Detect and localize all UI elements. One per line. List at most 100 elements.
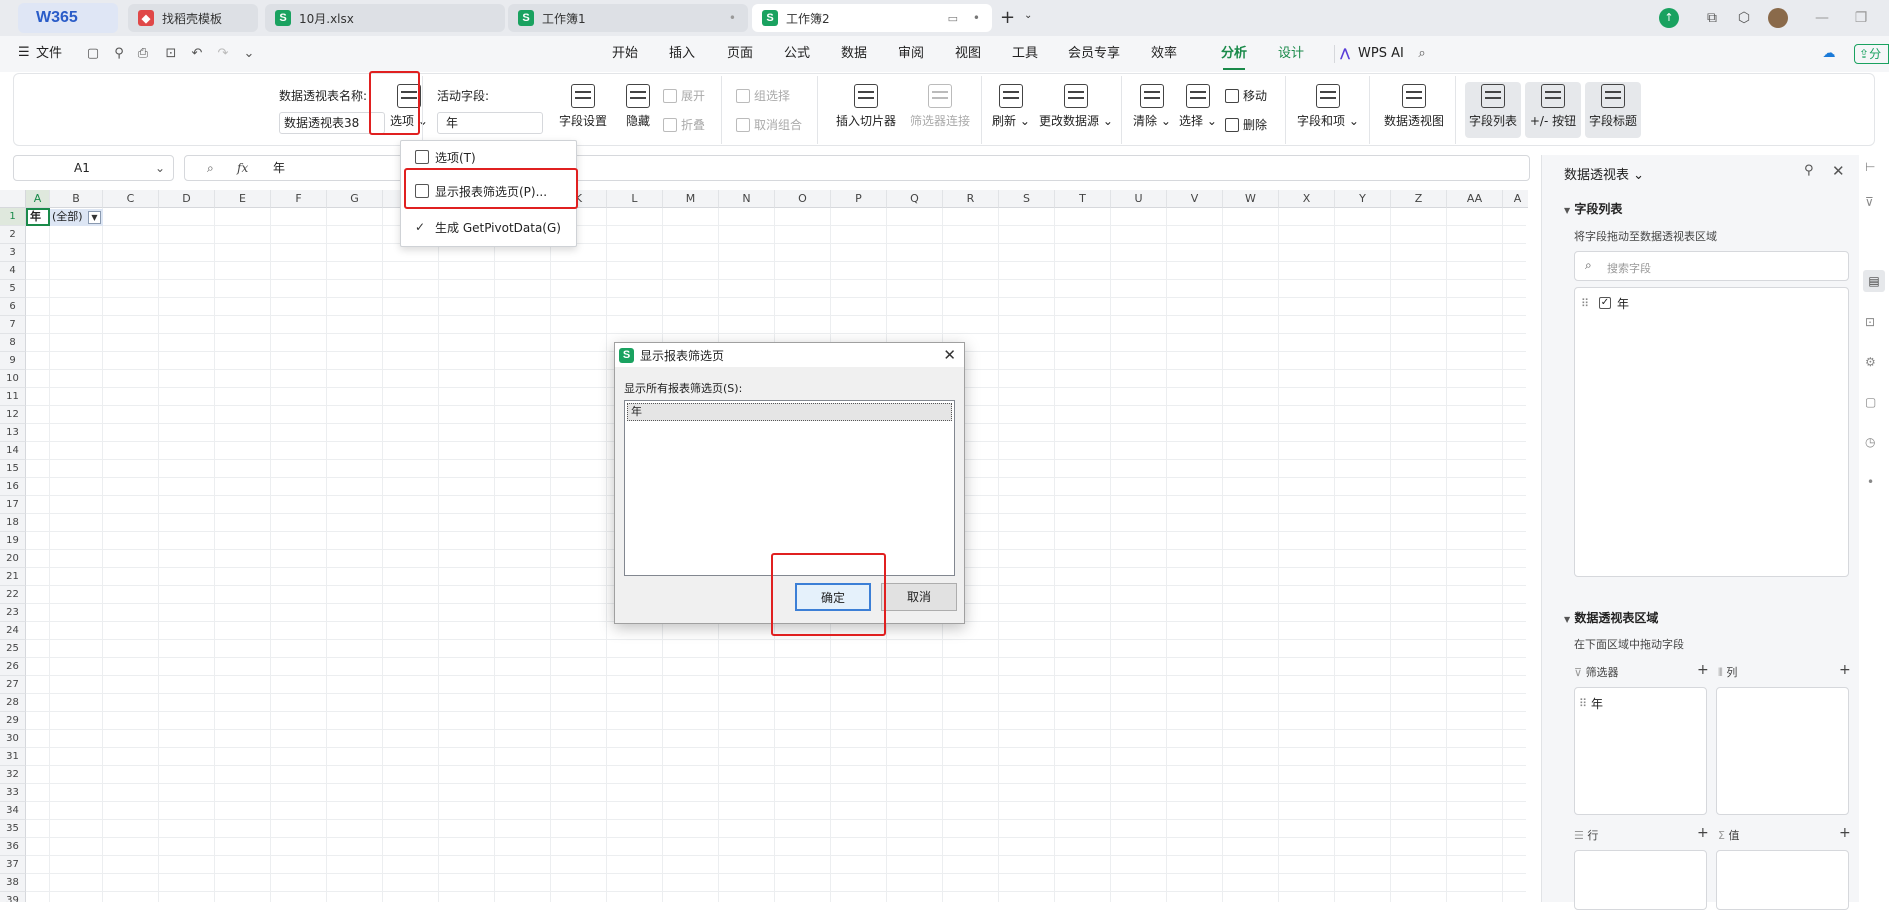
- tab-insert[interactable]: 插入: [669, 36, 695, 72]
- column-header[interactable]: O: [775, 190, 831, 208]
- column-header[interactable]: C: [103, 190, 159, 208]
- fx-icon[interactable]: fx: [237, 156, 248, 180]
- row-header[interactable]: 26: [0, 658, 26, 676]
- areas-section[interactable]: ▼ 数据透视表区域: [1564, 609, 1658, 626]
- export-icon[interactable]: ⚲: [110, 45, 128, 63]
- print-preview-icon[interactable]: ⊡: [162, 45, 180, 63]
- tab-october-xlsx[interactable]: S 10月.xlsx: [265, 4, 505, 32]
- tab-formula[interactable]: 公式: [784, 36, 810, 72]
- field-list-button[interactable]: 字段列表: [1465, 84, 1521, 129]
- column-header[interactable]: A: [1503, 190, 1528, 208]
- row-header[interactable]: 16: [0, 478, 26, 496]
- tab-workbook1[interactable]: S 工作簿1 •: [508, 4, 748, 32]
- sidebar-icon-4[interactable]: ▢: [1865, 395, 1876, 409]
- search-icon[interactable]: ⌕: [1413, 45, 1431, 63]
- row-header[interactable]: 14: [0, 442, 26, 460]
- menu-item-options[interactable]: 选项(T): [401, 145, 576, 169]
- pivot-sidebar-icon[interactable]: ▤: [1863, 270, 1885, 292]
- row-header[interactable]: 11: [0, 388, 26, 406]
- field-headers-button[interactable]: 字段标题: [1585, 84, 1641, 129]
- list-item[interactable]: 年: [627, 403, 952, 421]
- pin-icon[interactable]: ⚲: [1804, 163, 1814, 178]
- tab-page[interactable]: 页面: [727, 36, 753, 72]
- wps-ai-button[interactable]: WPS AI: [1358, 36, 1404, 72]
- column-header[interactable]: L: [607, 190, 663, 208]
- active-field-input[interactable]: 年: [437, 112, 543, 134]
- row-header[interactable]: 10: [0, 370, 26, 388]
- row-header[interactable]: 2: [0, 226, 26, 244]
- row-header[interactable]: 22: [0, 586, 26, 604]
- column-header[interactable]: R: [943, 190, 999, 208]
- row-header[interactable]: 21: [0, 568, 26, 586]
- select-all-corner[interactable]: [0, 190, 26, 208]
- print-icon[interactable]: ⎙: [134, 45, 152, 63]
- column-header[interactable]: M: [663, 190, 719, 208]
- row-header[interactable]: 9: [0, 352, 26, 370]
- sidebar-icon-1[interactable]: ⊢: [1865, 160, 1875, 174]
- column-header[interactable]: V: [1167, 190, 1223, 208]
- field-list-section[interactable]: ▼ 字段列表: [1564, 200, 1622, 217]
- row-header[interactable]: 31: [0, 748, 26, 766]
- row-header[interactable]: 12: [0, 406, 26, 424]
- row-header[interactable]: 34: [0, 802, 26, 820]
- field-checkbox[interactable]: ✓: [1599, 297, 1611, 309]
- tab-design[interactable]: 设计: [1278, 36, 1304, 72]
- field-settings-button[interactable]: 字段设置: [554, 84, 612, 129]
- tab-data[interactable]: 数据: [841, 36, 867, 72]
- column-header[interactable]: A: [26, 190, 50, 208]
- row-header[interactable]: 8: [0, 334, 26, 352]
- tab-home[interactable]: 开始: [612, 36, 638, 72]
- tab-efficiency[interactable]: 效率: [1151, 36, 1177, 72]
- tab-workbook2[interactable]: S 工作簿2 ▭ •: [752, 4, 992, 32]
- column-header[interactable]: E: [215, 190, 271, 208]
- hide-button[interactable]: 隐藏: [618, 84, 658, 129]
- column-header[interactable]: Z: [1391, 190, 1447, 208]
- group-selection-button[interactable]: 组选择: [736, 87, 790, 104]
- row-header[interactable]: 1: [0, 208, 26, 226]
- filter-pages-list[interactable]: 年: [624, 400, 955, 576]
- new-tab-button[interactable]: +: [1000, 7, 1015, 28]
- row-header[interactable]: 13: [0, 424, 26, 442]
- row-header[interactable]: 20: [0, 550, 26, 568]
- row-header[interactable]: 5: [0, 280, 26, 298]
- column-header[interactable]: X: [1279, 190, 1335, 208]
- cell-a1[interactable]: 年: [26, 208, 50, 226]
- column-header[interactable]: W: [1223, 190, 1279, 208]
- tab-review[interactable]: 审阅: [898, 36, 924, 72]
- menu-icon[interactable]: ☰: [18, 45, 30, 60]
- cloud-icon[interactable]: ☁: [1820, 45, 1838, 63]
- tab-tools[interactable]: 工具: [1012, 36, 1038, 72]
- row-header[interactable]: 28: [0, 694, 26, 712]
- panel-title[interactable]: 数据透视表 ⌄: [1564, 164, 1644, 183]
- filter-dropdown-icon[interactable]: ▼: [88, 211, 101, 224]
- pivot-chart-button[interactable]: 数据透视图: [1379, 84, 1449, 129]
- sidebar-icon-2[interactable]: ⊡: [1865, 315, 1875, 329]
- row-header[interactable]: 4: [0, 262, 26, 280]
- row-header[interactable]: 36: [0, 838, 26, 856]
- drag-handle-icon[interactable]: ⠿: [1579, 697, 1587, 710]
- filters-area-box[interactable]: ⠿ 年: [1574, 687, 1707, 815]
- row-header[interactable]: 23: [0, 604, 26, 622]
- select-button[interactable]: 选择 ⌄: [1176, 84, 1220, 129]
- row-header[interactable]: 3: [0, 244, 26, 262]
- row-header[interactable]: 15: [0, 460, 26, 478]
- column-header[interactable]: F: [271, 190, 327, 208]
- cancel-button[interactable]: 取消: [881, 583, 957, 611]
- close-icon[interactable]: ✕: [943, 346, 956, 364]
- undo-icon[interactable]: ↶: [188, 45, 206, 63]
- column-header[interactable]: N: [719, 190, 775, 208]
- row-header[interactable]: 25: [0, 640, 26, 658]
- close-icon[interactable]: ✕: [1832, 162, 1845, 180]
- tab-member[interactable]: 会员专享: [1068, 36, 1120, 72]
- row-header[interactable]: 29: [0, 712, 26, 730]
- column-header[interactable]: B: [50, 190, 103, 208]
- maximize-icon[interactable]: ❐: [1851, 8, 1871, 28]
- windows-icon[interactable]: ⧉: [1702, 8, 1722, 28]
- wps-logo[interactable]: W365: [18, 3, 118, 33]
- column-header[interactable]: Y: [1335, 190, 1391, 208]
- column-header[interactable]: Q: [887, 190, 943, 208]
- redo-icon[interactable]: ↷: [214, 45, 232, 63]
- rows-area-box[interactable]: [1574, 850, 1707, 910]
- row-header[interactable]: 24: [0, 622, 26, 640]
- add-value-icon[interactable]: +: [1839, 825, 1851, 841]
